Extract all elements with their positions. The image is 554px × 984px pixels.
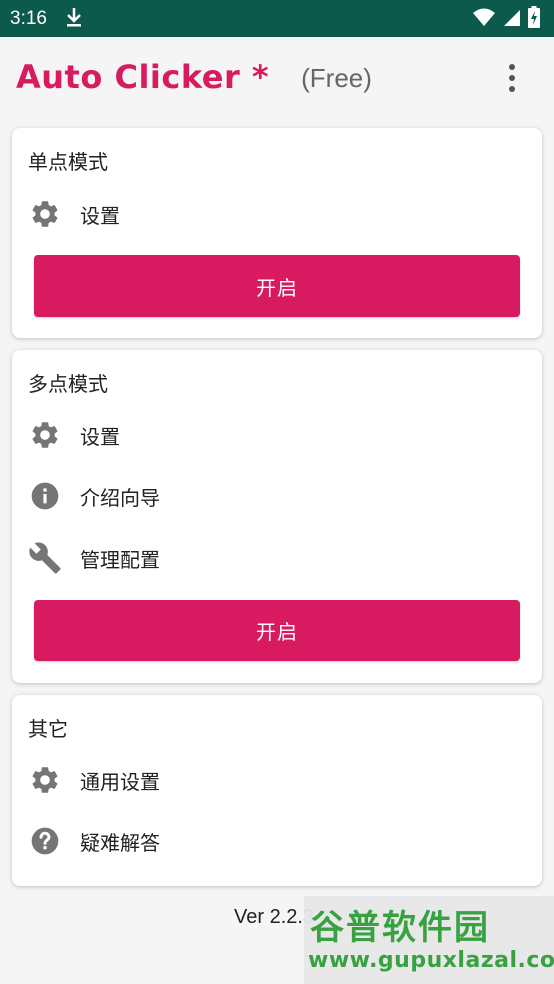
multi-mode-manage-label: 管理配置 xyxy=(80,547,160,572)
overflow-menu-icon[interactable] xyxy=(498,61,526,95)
multi-mode-manage-row[interactable]: 管理配置 xyxy=(28,538,528,578)
gear-icon xyxy=(28,763,62,797)
single-mode-settings-row[interactable]: 设置 xyxy=(28,194,528,234)
status-bar: 3:16 xyxy=(0,0,554,37)
wifi-icon xyxy=(472,7,496,31)
single-mode-title: 单点模式 xyxy=(28,150,108,174)
download-icon xyxy=(65,7,83,31)
info-icon xyxy=(28,479,62,513)
version-text: Ver 2.2.3 xyxy=(234,906,315,928)
status-right xyxy=(472,5,540,32)
single-mode-card: 单点模式 设置 开启 xyxy=(12,128,542,338)
wrench-icon xyxy=(28,541,62,575)
status-left: 3:16 xyxy=(10,7,83,31)
gear-icon xyxy=(28,418,62,452)
multi-mode-settings-row[interactable]: 设置 xyxy=(28,415,528,455)
other-title: 其它 xyxy=(28,717,68,741)
gear-icon xyxy=(28,197,62,231)
battery-charging-icon xyxy=(528,5,540,32)
app-bar: Auto Clicker * (Free) xyxy=(0,37,554,117)
multi-mode-title: 多点模式 xyxy=(28,372,108,396)
faq-label: 疑难解答 xyxy=(80,830,160,855)
single-mode-settings-label: 设置 xyxy=(80,203,120,228)
signal-icon xyxy=(502,7,522,31)
watermark: 谷普软件园 www.gupuxlazal.com xyxy=(304,896,554,984)
general-settings-row[interactable]: 通用设置 xyxy=(28,760,528,800)
status-time: 3:16 xyxy=(10,7,47,29)
multi-mode-start-button[interactable]: 开启 xyxy=(34,600,520,661)
watermark-title: 谷普软件园 xyxy=(310,908,490,948)
multi-mode-guide-label: 介绍向导 xyxy=(80,485,160,510)
general-settings-label: 通用设置 xyxy=(80,769,160,794)
multi-mode-settings-label: 设置 xyxy=(80,424,120,449)
other-card: 其它 通用设置 疑难解答 xyxy=(12,695,542,886)
app-title: Auto Clicker * xyxy=(16,58,270,96)
app-subtitle: (Free) xyxy=(301,62,372,93)
multi-mode-guide-row[interactable]: 介绍向导 xyxy=(28,476,528,516)
watermark-url: www.gupuxlazal.com xyxy=(308,948,554,973)
multi-mode-card: 多点模式 设置 介绍向导 管理配置 开启 xyxy=(12,350,542,683)
single-mode-start-button[interactable]: 开启 xyxy=(34,255,520,317)
help-icon xyxy=(28,824,62,858)
faq-row[interactable]: 疑难解答 xyxy=(28,821,528,861)
